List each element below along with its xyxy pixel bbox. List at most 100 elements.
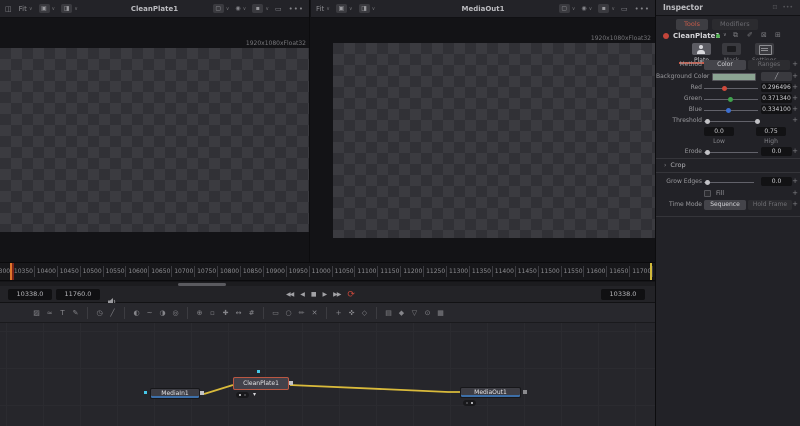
grow-edges-slider[interactable] [704, 182, 754, 183]
current-frame-field[interactable]: 10338.0 [601, 289, 645, 300]
planar-tracker-tool-icon[interactable]: ✜ [347, 307, 357, 319]
edit-icon[interactable]: ✐ [747, 31, 753, 39]
render-range-end-field[interactable]: 11760.0 [56, 289, 100, 300]
grow-edges-handle[interactable] [705, 180, 710, 185]
bspline-mask-tool-icon[interactable]: ✕ [310, 307, 320, 319]
resize-tool-icon[interactable]: ↔ [234, 307, 244, 319]
red-value-field[interactable]: 0.296496 [761, 83, 792, 92]
threshold-high-handle[interactable] [755, 119, 760, 124]
cleanplate1-viewer-indicator[interactable] [236, 392, 249, 398]
zoom-fit-dropdown[interactable]: Fit∨ [316, 5, 330, 13]
grow-edges-value-field[interactable]: 0.0 [761, 177, 792, 186]
color-swatch[interactable] [712, 73, 756, 81]
chevron-down-icon[interactable]: ∨ [723, 32, 727, 38]
goto-end-button[interactable]: ▶▶ [333, 291, 340, 298]
goto-start-button[interactable]: ◀◀ [286, 291, 293, 298]
polygon-mask-tool-icon[interactable]: ✏ [297, 307, 307, 319]
keyframe-plus-icon[interactable]: + [792, 60, 798, 68]
render-range-start-field[interactable]: 10338.0 [8, 289, 52, 300]
color-corrector-tool-icon[interactable]: ◐ [132, 307, 142, 319]
hue-curves-tool-icon[interactable]: ~ [145, 307, 155, 319]
green-value-field[interactable]: 0.371340 [761, 94, 792, 103]
keyframe-plus-icon[interactable]: + [792, 200, 798, 208]
stop-button[interactable]: ■ [311, 291, 316, 298]
render-range-end-marker[interactable] [650, 263, 652, 280]
image-plane-3d-tool-icon[interactable]: ▤ [384, 307, 394, 319]
red-slider[interactable] [704, 88, 758, 89]
keyframe-plus-icon[interactable]: + [792, 177, 798, 185]
color-curves-tool-icon[interactable]: ╱ [108, 307, 118, 319]
delta-keyer-tool-icon[interactable]: ◇ [360, 307, 370, 319]
inspector-menu-icon[interactable]: ••• [782, 4, 793, 11]
threshold-high-field[interactable]: 0.75 [756, 127, 786, 136]
viewer-options-menu[interactable]: ••• [289, 5, 304, 13]
node-color-indicator[interactable] [716, 34, 720, 38]
paint-tool-icon[interactable]: ✎ [71, 307, 81, 319]
keyframe-plus-icon[interactable]: + [792, 116, 798, 124]
method-ranges-button[interactable]: Ranges [748, 60, 790, 70]
loop-button[interactable]: ⟳ [347, 290, 355, 300]
rectangle-mask-tool-icon[interactable]: ▭ [271, 307, 281, 319]
channel-dropdown[interactable]: ▢∨ [559, 4, 576, 13]
crop-section-header[interactable]: ›Crop [656, 161, 800, 171]
cleanplate1-output-port[interactable] [289, 381, 293, 385]
keyframe-plus-icon[interactable]: + [792, 147, 798, 155]
cleanplate1-expand-icon[interactable]: ▾ [253, 392, 256, 398]
time-mode-sequence-button[interactable]: Sequence [704, 200, 746, 210]
keyframe-plus-icon[interactable]: + [792, 105, 798, 113]
crop-tool-icon[interactable]: # [247, 307, 257, 319]
method-color-button[interactable]: Color [704, 60, 746, 70]
shape-3d-tool-icon[interactable]: ◆ [397, 307, 407, 319]
buffer-dropdown[interactable]: ▣∨ [336, 4, 353, 13]
zoom-fit-dropdown[interactable]: Fit∨ [19, 5, 33, 13]
channel-dropdown[interactable]: ▢∨ [213, 4, 230, 13]
expand-viewer-button[interactable]: ▭ [621, 5, 629, 13]
threshold-slider[interactable] [704, 121, 758, 122]
keyframe-plus-icon[interactable]: + [792, 189, 798, 197]
viewer-options-menu[interactable]: ••• [635, 5, 650, 13]
erode-slider-handle[interactable] [705, 150, 710, 155]
node-enable-toggle[interactable] [663, 33, 669, 39]
option-dropdown[interactable]: ▪∨ [252, 4, 269, 13]
viewer-left-canvas[interactable] [0, 48, 309, 232]
erode-value-field[interactable]: 0.0 [761, 147, 792, 156]
fastnoise-tool-icon[interactable]: ≈ [45, 307, 55, 319]
renderer-3d-tool-icon[interactable]: ▦ [436, 307, 446, 319]
green-slider[interactable] [704, 99, 758, 100]
text-tool-icon[interactable]: T [58, 307, 68, 319]
option-dropdown[interactable]: ▪∨ [598, 4, 615, 13]
expand-arrow-icon[interactable]: › [704, 73, 706, 80]
threshold-low-field[interactable]: 0.0 [704, 127, 734, 136]
mediaout1-viewer-indicator[interactable] [463, 400, 476, 406]
erode-slider[interactable] [704, 152, 758, 153]
mediaout1-output-port[interactable] [523, 390, 527, 394]
blue-slider-handle[interactable] [726, 108, 731, 113]
node-editor[interactable]: MediaIn1 CleanPlate1 MediaOut1 ▾ [0, 323, 655, 426]
node-cleanplate1[interactable]: CleanPlate1 [233, 377, 289, 390]
blur-tool-icon[interactable]: ◎ [171, 307, 181, 319]
panel-box-icon[interactable]: ⊡ [772, 4, 777, 11]
mediain1-output-port[interactable] [200, 391, 204, 395]
buffer-dropdown[interactable]: ▣∨ [39, 4, 56, 13]
tracker-tool-icon[interactable]: + [334, 307, 344, 319]
viewer-layout-icon[interactable]: ◫ [5, 5, 13, 13]
tab-modifiers[interactable]: Modifiers [712, 19, 758, 30]
blue-value-field[interactable]: 0.334100 [761, 105, 792, 114]
dissolve-tool-icon[interactable]: ▫ [208, 307, 218, 319]
lut-dropdown[interactable]: ◉∨ [581, 5, 592, 12]
green-slider-handle[interactable] [728, 97, 733, 102]
background-tool-icon[interactable]: ▨ [32, 307, 42, 319]
threshold-low-handle[interactable] [705, 119, 710, 124]
settings-box-icon[interactable]: ⊞ [775, 31, 781, 39]
split-view-dropdown[interactable]: ◨∨ [359, 4, 376, 13]
keyframe-plus-icon[interactable]: + [792, 72, 798, 80]
camera-3d-tool-icon[interactable]: ⊙ [423, 307, 433, 319]
time-speed-tool-icon[interactable]: ◷ [95, 307, 105, 319]
merge-3d-tool-icon[interactable]: ▽ [410, 307, 420, 319]
copy-icon[interactable]: ⧉ [733, 31, 738, 40]
expand-viewer-button[interactable]: ▭ [275, 5, 283, 13]
tab-tools[interactable]: Tools [676, 19, 708, 30]
node-mediaout1[interactable]: MediaOut1 [460, 387, 521, 398]
play-button[interactable]: ▶ [323, 291, 327, 298]
viewer-right-canvas[interactable] [333, 43, 655, 238]
